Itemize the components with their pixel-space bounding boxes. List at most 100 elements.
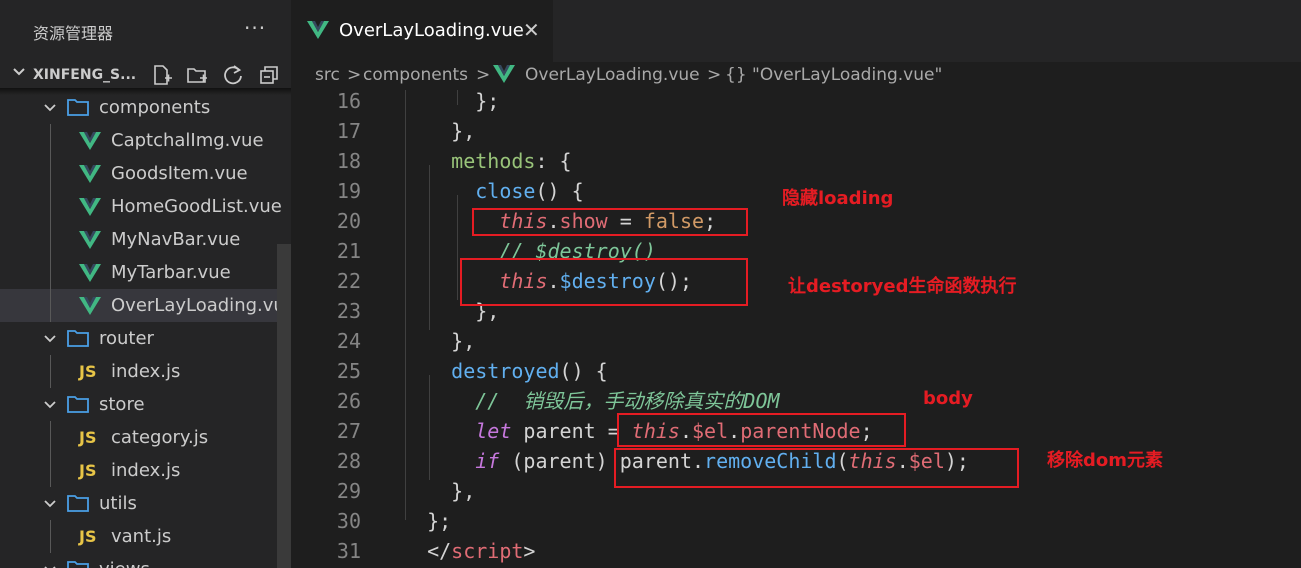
tree-item-label: index.js bbox=[111, 361, 181, 382]
vue-file-icon bbox=[79, 132, 101, 150]
line-number: 25 bbox=[336, 359, 361, 383]
line-number: 22 bbox=[336, 269, 361, 293]
tree-item-label: category.js bbox=[111, 427, 209, 448]
tree-file[interactable]: JS index.js bbox=[0, 454, 291, 487]
vue-file-icon bbox=[79, 165, 101, 183]
line-number: 29 bbox=[336, 479, 361, 503]
tab-label: OverLayLoading.vue bbox=[339, 20, 524, 41]
tree-indent-guide bbox=[50, 190, 51, 223]
tab-overlayloading[interactable]: OverLayLoading.vue ✕ bbox=[291, 0, 553, 62]
breadcrumb-item-components[interactable]: components bbox=[363, 65, 468, 85]
tree-folder[interactable]: components bbox=[0, 91, 291, 124]
annotation-remove-dom: 移除dom元素 bbox=[1047, 450, 1164, 471]
line-number: 28 bbox=[336, 449, 361, 473]
tree-indent-guide bbox=[50, 355, 51, 388]
breadcrumb-item-symbol[interactable]: {} "OverLayLoading.vue" bbox=[725, 65, 942, 85]
tree-file[interactable]: MyNavBar.vue bbox=[0, 223, 291, 256]
code-line-17: }, bbox=[403, 119, 476, 143]
annotation-box-removechild bbox=[614, 448, 1019, 488]
js-file-icon: JS bbox=[79, 461, 97, 480]
line-number: 21 bbox=[336, 239, 361, 263]
sidebar-scrollbar[interactable] bbox=[277, 244, 291, 568]
vue-file-icon bbox=[307, 21, 329, 39]
tree-file[interactable]: MyTarbar.vue bbox=[0, 256, 291, 289]
line-number: 17 bbox=[336, 119, 361, 143]
project-name: XINFENG_S... bbox=[33, 67, 137, 83]
tree-indent-guide bbox=[50, 223, 51, 256]
refresh-icon[interactable] bbox=[222, 64, 244, 86]
annotation-box-parentnode bbox=[617, 413, 906, 447]
tree-file[interactable]: JS vant.js bbox=[0, 520, 291, 553]
breadcrumb-separator: > bbox=[476, 65, 491, 85]
code-line-29: }, bbox=[403, 479, 476, 503]
annotation-destroyed-exec: 让destoryed生命函数执行 bbox=[788, 276, 1017, 297]
tree-file[interactable]: OverLayLoading.vue bbox=[0, 289, 291, 322]
annotation-body: body bbox=[923, 388, 973, 409]
code-line-19: close() { bbox=[475, 179, 584, 203]
tree-file[interactable]: JS index.js bbox=[0, 355, 291, 388]
annotation-box-destroy bbox=[460, 258, 748, 306]
tree-folder[interactable]: utils bbox=[0, 487, 291, 520]
tree-item-label: MyNavBar.vue bbox=[111, 229, 241, 250]
tree-folder[interactable]: router bbox=[0, 322, 291, 355]
tree-file[interactable]: CaptchalImg.vue bbox=[0, 124, 291, 157]
tree-indent-guide bbox=[50, 520, 51, 553]
tree-file[interactable]: JS category.js bbox=[0, 421, 291, 454]
more-actions-button[interactable]: ··· bbox=[244, 16, 266, 40]
js-file-icon: JS bbox=[79, 527, 97, 546]
vue-file-icon bbox=[79, 297, 101, 315]
vue-file-icon bbox=[79, 231, 101, 249]
chevron-down-icon bbox=[44, 104, 56, 112]
breadcrumb: src > components > OverLayLoading.vue > … bbox=[291, 62, 1301, 90]
tree-indent-guide bbox=[50, 124, 51, 157]
line-number: 27 bbox=[336, 419, 361, 443]
vue-file-icon bbox=[79, 264, 101, 282]
tree-folder[interactable]: store bbox=[0, 388, 291, 421]
code-line-30: }; bbox=[403, 509, 452, 533]
tree-item-label: HomeGoodList.vue bbox=[111, 196, 282, 217]
vue-file-icon bbox=[79, 198, 101, 216]
new-folder-icon[interactable] bbox=[186, 64, 208, 86]
annotation-box-hide bbox=[472, 208, 748, 236]
tree-item-label: vant.js bbox=[111, 526, 172, 547]
new-file-icon[interactable] bbox=[151, 64, 173, 86]
line-number: 24 bbox=[336, 329, 361, 353]
line-number: 19 bbox=[336, 179, 361, 203]
chevron-down-icon bbox=[44, 335, 56, 343]
tree-file[interactable]: HomeGoodList.vue bbox=[0, 190, 291, 223]
folder-icon bbox=[67, 330, 89, 347]
line-number: 30 bbox=[336, 509, 361, 533]
tree-item-label: index.js bbox=[111, 460, 181, 481]
tab-close-button[interactable]: ✕ bbox=[523, 18, 540, 42]
tree-folder[interactable]: views bbox=[0, 553, 291, 568]
tree-file[interactable]: GoodsItem.vue bbox=[0, 157, 291, 190]
tree-item-label: MyTarbar.vue bbox=[111, 262, 231, 283]
tree-item-label: store bbox=[99, 394, 145, 415]
project-section-header[interactable]: XINFENG_S... bbox=[0, 62, 291, 88]
line-number: 31 bbox=[336, 539, 361, 563]
breadcrumb-item-src[interactable]: src bbox=[315, 65, 340, 85]
breadcrumb-item-file[interactable]: OverLayLoading.vue bbox=[525, 65, 700, 85]
breadcrumb-separator: > bbox=[707, 65, 722, 85]
tree-indent-guide bbox=[50, 421, 51, 454]
code-line-25: destroyed() { bbox=[451, 359, 608, 383]
line-number: 18 bbox=[336, 149, 361, 173]
folder-icon bbox=[67, 99, 89, 116]
folder-icon bbox=[67, 561, 89, 568]
tree-indent-guide bbox=[50, 289, 51, 322]
explorer-title: 资源管理器 bbox=[33, 24, 114, 43]
tree-item-label: router bbox=[99, 328, 154, 349]
explorer-header: 资源管理器 ··· bbox=[0, 0, 291, 62]
chevron-down-icon bbox=[13, 68, 25, 76]
folder-icon bbox=[67, 495, 89, 512]
editor-tab-bar: OverLayLoading.vue ✕ bbox=[291, 0, 1301, 62]
chevron-down-icon bbox=[44, 500, 56, 508]
tree-item-label: components bbox=[99, 97, 211, 118]
chevron-down-icon bbox=[44, 566, 56, 568]
collapse-all-icon[interactable] bbox=[258, 64, 280, 86]
code-editor[interactable]: 16 17 18 19 20 21 22 23 24 25 26 27 28 29 30 31 }; }, m… bbox=[291, 90, 1301, 568]
folder-icon bbox=[67, 396, 89, 413]
chevron-down-icon bbox=[44, 401, 56, 409]
breadcrumb-separator: > bbox=[347, 65, 362, 85]
tree-indent-guide bbox=[50, 256, 51, 289]
